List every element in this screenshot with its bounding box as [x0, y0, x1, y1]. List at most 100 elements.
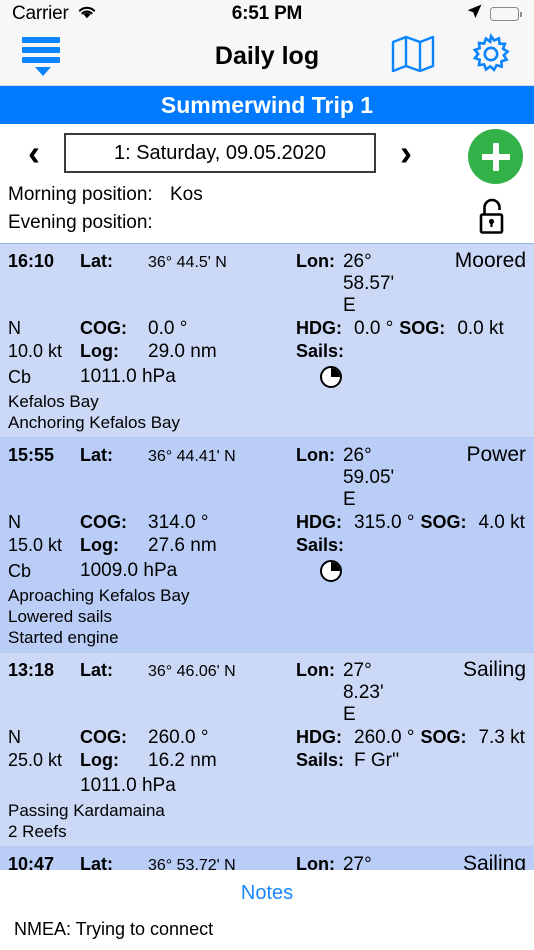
pressure-row: Cb1011.0 hPa — [8, 364, 526, 390]
sog-label: SOG: — [399, 318, 445, 339]
wind-speed: 15.0 kt — [8, 535, 80, 556]
cloud-type: Cb — [8, 367, 80, 388]
log-entry-row[interactable]: 15:55Lat:36° 44.41' NLon:26° 59.05' EPow… — [0, 438, 534, 653]
positions-block: Morning position: Kos Evening position: — [0, 173, 534, 243]
entry-note: Started engine — [8, 627, 526, 648]
sog-value: 0.0 kt — [457, 318, 503, 340]
lon-label: Lon: — [296, 251, 335, 272]
hamburger-menu-icon[interactable] — [22, 37, 64, 76]
log-entry-grid: 10:47Lat:36° 53.72' NLon:27° 20.54' ESai… — [8, 852, 526, 870]
log-label: Log: — [80, 535, 148, 556]
log-entry-grid: 13:18Lat:36° 46.06' NLon:27° 8.23' ESail… — [8, 658, 526, 772]
lat-value: 36° 53.72' N — [148, 857, 296, 870]
sails-label: Sails: — [296, 750, 354, 771]
wind-direction: N — [8, 512, 80, 533]
pressure-row: 1011.0 hPa — [8, 773, 526, 799]
lat-label: Lat: — [80, 251, 148, 272]
navigation-bar: Daily log — [0, 28, 534, 86]
sog-label: SOG: — [420, 727, 466, 748]
log-entry-grid: 15:55Lat:36° 44.41' NLon:26° 59.05' EPow… — [8, 443, 526, 557]
morning-position-label: Morning position: — [8, 184, 153, 205]
log-label: Log: — [80, 750, 148, 771]
log-entry-row[interactable]: 10:47Lat:36° 53.72' NLon:27° 20.54' ESai… — [0, 847, 534, 870]
entry-time: 10:47 — [8, 854, 80, 870]
wind-speed: 10.0 kt — [8, 341, 80, 362]
unlocked-padlock-icon[interactable] — [474, 196, 512, 238]
nmea-status: NMEA: Trying to connect — [0, 919, 534, 950]
entry-status: Sailing — [354, 852, 526, 870]
date-navigation-row: ‹ 1: Saturday, 09.05.2020 › — [0, 133, 534, 173]
notes-link[interactable]: Notes — [0, 870, 534, 919]
morning-position-value[interactable]: Kos — [170, 184, 203, 205]
wind-direction: N — [8, 727, 80, 748]
entry-time: 16:10 — [8, 251, 80, 272]
evening-position-label: Evening position: — [8, 212, 153, 233]
log-value: 27.6 nm — [148, 535, 296, 557]
entry-note: Aproaching Kefalos Bay — [8, 585, 526, 606]
battery-full-icon — [490, 7, 522, 21]
cloud-cover-quarter-icon — [320, 560, 342, 582]
clock-label: 6:51 PM — [0, 3, 534, 25]
pressure-value: 1011.0 hPa — [80, 775, 176, 797]
cog-value: 0.0 ° — [148, 318, 296, 340]
sails-label: Sails: — [296, 341, 354, 362]
sog-group: 0.0 ° SOG: 0.0 kt — [354, 318, 526, 340]
cloud-type: Cb — [8, 561, 80, 582]
hdg-value: 0.0 ° — [354, 318, 393, 340]
log-entry-list[interactable]: 16:10Lat:36° 44.5' NLon:26° 58.57' EMoor… — [0, 243, 534, 870]
lat-label: Lat: — [80, 660, 148, 681]
log-entry-row[interactable]: 16:10Lat:36° 44.5' NLon:26° 58.57' EMoor… — [0, 244, 534, 438]
previous-day-button[interactable]: ‹ — [14, 135, 54, 171]
trip-name: Summerwind Trip 1 — [161, 92, 373, 119]
sog-label: SOG: — [420, 512, 466, 533]
entry-notes: Kefalos BayAnchoring Kefalos Bay — [8, 390, 526, 433]
lat-value: 36° 44.41' N — [148, 448, 296, 466]
gear-icon[interactable] — [470, 33, 512, 80]
entry-notes: Passing Kardamaina2 Reefs — [8, 799, 526, 842]
map-icon[interactable] — [391, 34, 435, 79]
entry-note: Kefalos Bay — [8, 391, 526, 412]
lon-label: Lon: — [296, 660, 335, 681]
lat-label: Lat: — [80, 445, 148, 466]
date-navigation-section: ‹ 1: Saturday, 09.05.2020 › Morning posi… — [0, 124, 534, 243]
location-arrow-icon — [466, 3, 483, 25]
entry-status: Sailing — [354, 658, 526, 682]
log-value: 29.0 nm — [148, 341, 296, 363]
cog-label: COG: — [80, 318, 148, 339]
next-day-button[interactable]: › — [386, 135, 426, 171]
navigation-actions — [391, 33, 512, 80]
pressure-row: Cb1009.0 hPa — [8, 558, 526, 584]
log-entry-row[interactable]: 13:18Lat:36° 46.06' NLon:27° 8.23' ESail… — [0, 653, 534, 847]
entry-note: 2 Reefs — [8, 821, 526, 842]
add-entry-button[interactable] — [468, 129, 523, 184]
date-value: 1: Saturday, 09.05.2020 — [114, 142, 326, 165]
date-field[interactable]: 1: Saturday, 09.05.2020 — [64, 133, 376, 173]
lon-label: Lon: — [296, 445, 335, 466]
lat-label: Lat: — [80, 854, 148, 870]
app-screen: Carrier 6:51 PM — [0, 0, 534, 950]
cloud-cover-quarter-icon — [320, 366, 342, 388]
lon-label: Lon: — [296, 854, 335, 870]
log-label: Log: — [80, 341, 148, 362]
sog-group: 315.0 °SOG:4.0 kt — [354, 512, 526, 534]
lat-value: 36° 46.06' N — [148, 663, 296, 681]
sails-value: F Gr'' — [354, 750, 526, 772]
wind-speed: 25.0 kt — [8, 750, 80, 771]
morning-position-row: Morning position: Kos — [8, 181, 534, 209]
pressure-value: 1009.0 hPa — [80, 560, 177, 582]
cog-value: 260.0 ° — [148, 727, 296, 749]
lon-group: Lon:26° 59.05' E — [296, 445, 354, 511]
footer: Notes NMEA: Trying to connect — [0, 870, 534, 950]
lon-group: Lon:26° 58.57' E — [296, 251, 354, 317]
cog-value: 314.0 ° — [148, 512, 296, 534]
trip-title-banner: Summerwind Trip 1 — [0, 86, 534, 124]
sog-value: 4.0 kt — [478, 512, 524, 534]
status-bar-right — [466, 3, 522, 25]
entry-time: 13:18 — [8, 660, 80, 681]
evening-position-row: Evening position: — [8, 209, 534, 237]
entry-note: Lowered sails — [8, 606, 526, 627]
cog-label: COG: — [80, 512, 148, 533]
lon-group: Lon:27° 20.54' E — [296, 854, 354, 870]
lon-group: Lon:27° 8.23' E — [296, 660, 354, 726]
sails-label: Sails: — [296, 535, 354, 556]
